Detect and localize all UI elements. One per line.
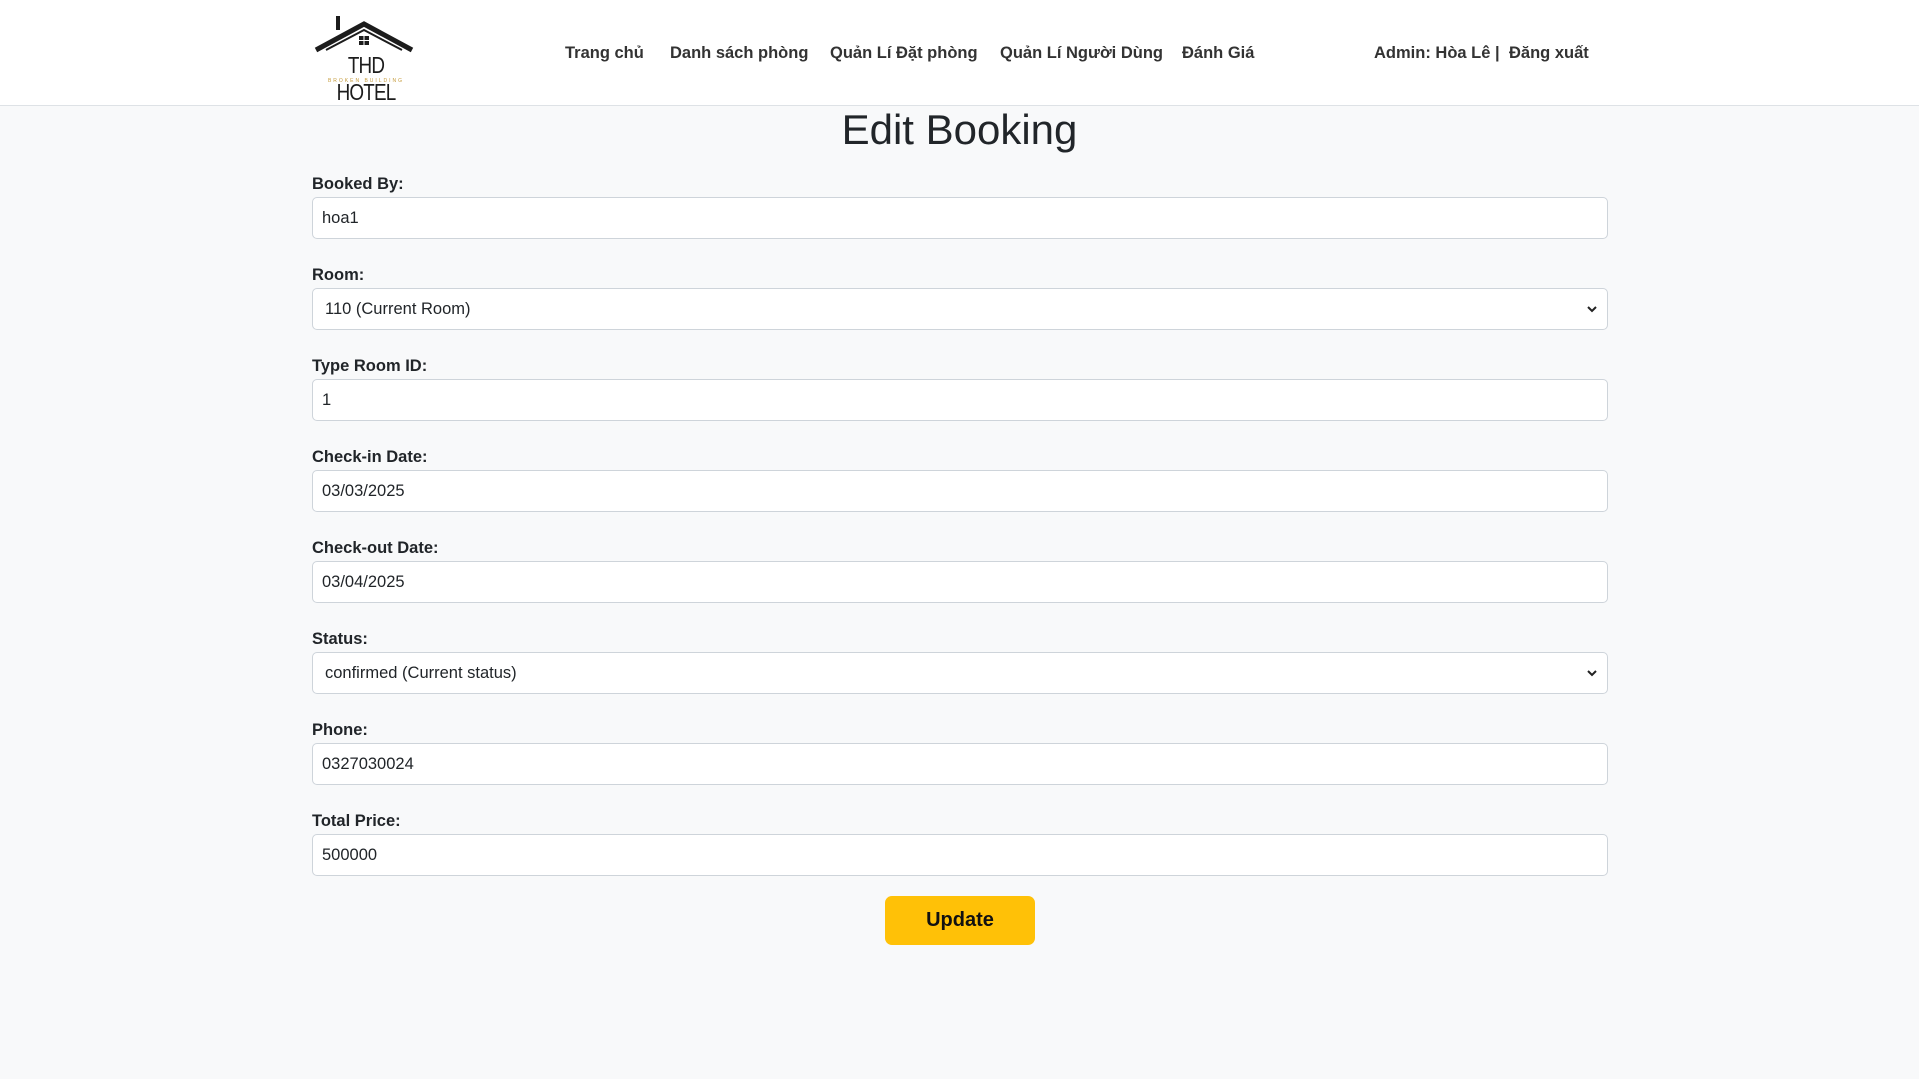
room-label: Room: xyxy=(312,266,365,284)
brand-tagline: BROKEN BUILDING xyxy=(327,78,405,84)
total-price-label: Total Price: xyxy=(312,812,401,830)
total-price-input[interactable]: 500000 xyxy=(312,834,1608,876)
check-out-date-input[interactable]: 03/04/2025 xyxy=(312,561,1608,603)
check-out-label: Check-out Date: xyxy=(312,539,439,557)
type-room-id-input[interactable]: 1 xyxy=(312,379,1608,421)
room-select[interactable]: 110 (Current Room) xyxy=(312,288,1608,330)
check-in-label: Check-in Date: xyxy=(312,448,428,466)
hotel-logo[interactable]: THD HOTEL BROKEN BUILDING xyxy=(312,14,420,105)
phone-label: Phone: xyxy=(312,721,368,739)
update-button[interactable]: Update xyxy=(885,896,1035,945)
booked-by-label: Booked By: xyxy=(312,175,404,193)
room-select-value: 110 (Current Room) xyxy=(325,299,471,318)
status-select-value: confirmed (Current status) xyxy=(325,663,517,682)
booked-by-input[interactable]: hoa1 xyxy=(312,197,1608,239)
status-label: Status: xyxy=(312,630,368,648)
nav-room-list[interactable]: Danh sách phòng xyxy=(670,44,808,63)
nav-home[interactable]: Trang chủ xyxy=(565,44,644,63)
phone-input[interactable]: 0327030024 xyxy=(312,743,1608,785)
chevron-down-icon xyxy=(1587,670,1597,677)
top-navbar: THD HOTEL BROKEN BUILDING Trang chủ Danh… xyxy=(0,0,1919,106)
nav-booking-management[interactable]: Quản Lí Đặt phòng xyxy=(830,44,978,63)
status-select[interactable]: confirmed (Current status) xyxy=(312,652,1608,694)
nav-reviews[interactable]: Đánh Giá xyxy=(1182,44,1254,63)
type-room-id-label: Type Room ID: xyxy=(312,357,428,375)
logout-link[interactable]: Đăng xuất xyxy=(1509,44,1589,63)
chevron-down-icon xyxy=(1587,306,1597,313)
check-in-date-input[interactable]: 03/03/2025 xyxy=(312,470,1608,512)
page-title: Edit Booking xyxy=(841,106,1078,153)
admin-name-label: Admin: Hòa Lê | xyxy=(1374,44,1500,62)
nav-user-management[interactable]: Quản Lí Người Dùng xyxy=(1000,44,1163,63)
